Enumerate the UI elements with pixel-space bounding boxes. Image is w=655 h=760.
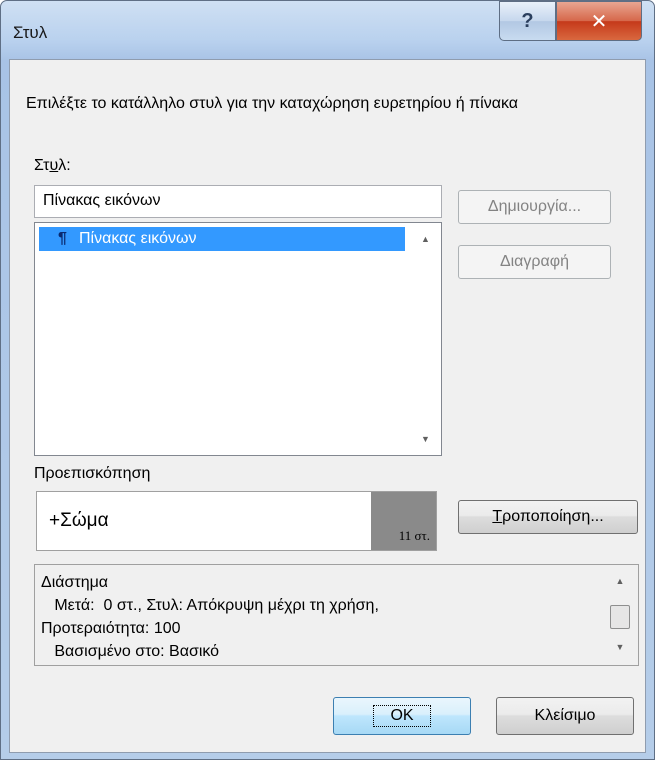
description-scrollbar[interactable]: ▲ ▼ [606,569,634,659]
style-description-text: Διάστημα Μετά: 0 στ., Στυλ: Απόκρυψη μέχ… [41,574,379,660]
preview-box: +Σώμα 11 στ. [36,491,437,551]
list-item[interactable]: ¶ Πίνακας εικόνων [39,227,405,251]
style-name-input[interactable]: Πίνακας εικόνων [34,185,442,218]
listbox-scrollbar[interactable]: ▲ ▼ [410,223,441,455]
style-description-box: Διάστημα Μετά: 0 στ., Στυλ: Απόκρυψη μέχ… [34,564,639,666]
close-button[interactable]: Κλείσιμο [496,697,634,735]
close-icon: ✕ [590,10,608,33]
scroll-up-arrow-icon[interactable]: ▲ [410,229,441,249]
font-size-badge: 11 στ. [371,492,436,550]
help-button[interactable]: ? [499,1,556,41]
ok-button-label: OK [373,705,431,727]
preview-text: +Σώμα [49,510,109,531]
paragraph-style-icon: ¶ [58,230,67,247]
instructions-text: Επιλέξτε το κατάλληλο στυλ για την καταχ… [26,95,519,112]
window-title: Στυλ [13,23,48,42]
scrollbar-thumb[interactable] [610,605,630,629]
create-button[interactable]: Δημιουργία... [458,190,611,224]
ok-button[interactable]: OK [333,697,471,735]
scroll-down-arrow-icon[interactable]: ▼ [410,429,441,449]
style-listbox[interactable]: ¶ Πίνακας εικόνων ▲ ▼ [34,222,442,456]
scroll-down-arrow-icon[interactable]: ▼ [606,637,634,657]
help-icon: ? [521,9,534,32]
title-bar: Στυλ ? ✕ [1,1,654,59]
modify-button[interactable]: Τροποποίηση... [458,500,638,534]
style-label: Στυλ: [34,157,71,174]
preview-label: Προεπισκόπηση [34,465,151,482]
delete-button[interactable]: Διαγραφή [458,245,611,279]
close-window-button[interactable]: ✕ [556,1,642,41]
font-size-label: 11 στ. [398,528,430,543]
list-item-label: Πίνακας εικόνων [79,230,197,247]
scroll-up-arrow-icon[interactable]: ▲ [606,571,634,591]
